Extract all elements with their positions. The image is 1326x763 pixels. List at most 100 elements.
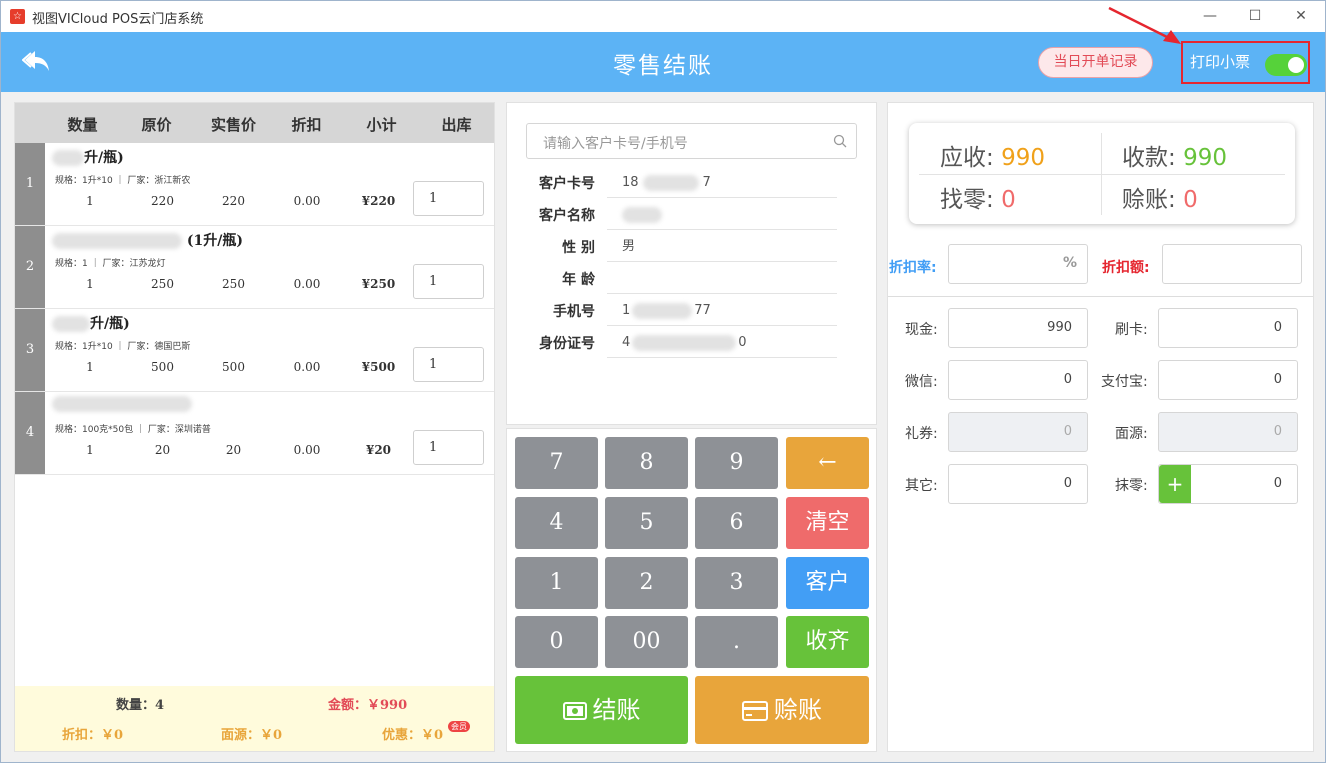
key-1[interactable]: 1: [515, 557, 598, 609]
alipay-input[interactable]: 0: [1158, 360, 1298, 400]
age-row: 年 龄: [507, 263, 878, 295]
summary-discount: 折扣：￥0: [62, 728, 124, 743]
key-8[interactable]: 8: [605, 437, 688, 489]
card-swipe-input[interactable]: 0: [1158, 308, 1298, 348]
key-5[interactable]: 5: [605, 497, 688, 549]
outbound-qty-input[interactable]: 1: [413, 430, 484, 465]
summary-youhui: 优惠：￥0: [382, 728, 444, 743]
row-index: 1: [15, 143, 45, 225]
received-value: 990: [1183, 145, 1227, 171]
row-qty: 1: [86, 277, 94, 291]
key-2[interactable]: 2: [605, 557, 688, 609]
customer-search-input[interactable]: 请输入客户卡号/手机号: [526, 123, 857, 159]
summary-count: 数量：4: [116, 698, 165, 713]
gender-label: 性 别: [562, 240, 595, 256]
phone-row: 手机号 1 77: [507, 295, 878, 327]
product-name: [52, 396, 192, 412]
key-4[interactable]: 4: [515, 497, 598, 549]
outbound-qty-input[interactable]: 1: [413, 264, 484, 299]
minimize-button[interactable]: —: [1195, 5, 1225, 27]
settle-all-key[interactable]: 收齐: [786, 616, 869, 668]
phone-start: 1: [622, 303, 631, 318]
app-window: ☆ 视图VICloud POS云门店系统 — ☐ ✕ 零售结账 当日开单记录 打…: [0, 0, 1326, 763]
red-arrow-annotation: [1108, 6, 1181, 44]
col-discount: 折扣: [291, 116, 322, 134]
row-sale-price: 250: [222, 277, 245, 291]
keypad-panel: 7 8 9 ← 4 5 6 清空 1 2 3 客户 0 00 . 收齐 结账 赊…: [506, 428, 877, 752]
key-dot[interactable]: .: [695, 616, 778, 668]
clear-key[interactable]: 清空: [786, 497, 869, 549]
card-no-start: 18: [622, 175, 639, 190]
product-name: 升/瓶): [52, 147, 124, 167]
credit: 赊账: 0: [1122, 180, 1198, 214]
credit-label: 赊账:: [1122, 187, 1176, 213]
outbound-qty-input[interactable]: 1: [413, 347, 484, 382]
window-title: 视图VICloud POS云门店系统: [32, 12, 204, 27]
cart-row[interactable]: 1 升/瓶) 规格：1升*10 ｜ 厂家：浙江新农 1 220 220 0.00…: [15, 143, 494, 226]
row-index: 4: [15, 392, 45, 474]
key-9[interactable]: 9: [695, 437, 778, 489]
outbound-qty-input[interactable]: 1: [413, 181, 484, 216]
card-divider-v: [1101, 133, 1102, 215]
cart-summary: 数量：4 金额：￥990 折扣：￥0 面源：￥0 优惠：￥0 会员: [15, 686, 494, 751]
round-off-input[interactable]: + 0: [1158, 464, 1298, 504]
customer-key[interactable]: 客户: [786, 557, 869, 609]
round-off-label: 抹零:: [1115, 478, 1148, 494]
product-name-text: (1升/瓶): [186, 233, 243, 249]
received-label: 收款:: [1122, 145, 1176, 171]
row-index: 2: [15, 226, 45, 308]
phone-label: 手机号: [553, 304, 595, 320]
print-receipt-toggle[interactable]: [1265, 54, 1307, 76]
checkout-button[interactable]: 结账: [515, 676, 688, 744]
product-spec: 规格：1升*10 ｜ 厂家：浙江新农: [55, 176, 191, 186]
key-3[interactable]: 3: [695, 557, 778, 609]
maximize-button[interactable]: ☐: [1240, 5, 1270, 27]
discount-amount-label: 折扣额:: [1102, 260, 1150, 276]
receivable-value: 990: [1001, 145, 1045, 171]
cart-row[interactable]: 4 规格：100克*50包 ｜ 厂家：深圳诺普 1 20 20 0.00 ¥20…: [15, 392, 494, 475]
row-orig-price: 20: [154, 443, 171, 457]
age-label: 年 龄: [562, 272, 595, 288]
gender-row: 性 别 男: [507, 231, 878, 263]
wechat-input[interactable]: 0: [948, 360, 1088, 400]
customer-name-label: 客户名称: [539, 208, 595, 224]
print-receipt-label: 打印小票: [1190, 53, 1251, 71]
id-card-start: 4: [622, 335, 631, 350]
cart-row[interactable]: 3 升/瓶) 规格：1升*10 ｜ 厂家：德国巴斯 1 500 500 0.00…: [15, 309, 494, 392]
today-records-button[interactable]: 当日开单记录: [1038, 47, 1153, 78]
key-7[interactable]: 7: [515, 437, 598, 489]
discount-amount-input[interactable]: [1162, 244, 1302, 284]
cash-input[interactable]: 990: [948, 308, 1088, 348]
row-discount: 0.00: [293, 443, 321, 457]
id-card-end: 0: [738, 335, 747, 350]
id-card-row: 身份证号 40: [507, 327, 878, 359]
customer-name-value: [607, 199, 837, 230]
row-discount: 0.00: [293, 194, 321, 208]
backspace-key[interactable]: ←: [786, 437, 869, 489]
card-icon: [742, 701, 768, 721]
row-subtotal: ¥500: [361, 360, 396, 374]
cart-row[interactable]: 2 (1升/瓶) 规格：1 ｜ 厂家：江苏龙灯 1 250 250 0.00 ¥…: [15, 226, 494, 309]
key-6[interactable]: 6: [695, 497, 778, 549]
summary-amount: 金额：￥990: [328, 698, 408, 713]
col-subtotal: 小计: [366, 116, 397, 134]
card-no-label: 客户卡号: [539, 176, 595, 192]
change-label: 找零:: [940, 187, 994, 213]
card-divider-h: [919, 174, 1285, 175]
col-sale-price: 实售价: [210, 116, 256, 134]
receivable: 应收: 990: [940, 138, 1045, 172]
search-icon[interactable]: [833, 134, 847, 148]
credit-button[interactable]: 赊账: [695, 676, 869, 744]
row-qty: 1: [86, 194, 94, 208]
key-00[interactable]: 00: [605, 616, 688, 668]
miandan-input: 0: [1158, 412, 1298, 452]
round-off-plus-button[interactable]: +: [1159, 465, 1191, 503]
discount-rate-input[interactable]: %: [948, 244, 1088, 284]
product-spec: 规格：1 ｜ 厂家：江苏龙灯: [55, 259, 166, 269]
other-input[interactable]: 0: [948, 464, 1088, 504]
key-0[interactable]: 0: [515, 616, 598, 668]
close-button[interactable]: ✕: [1286, 5, 1316, 27]
cash-label: 现金:: [905, 322, 938, 338]
row-orig-price: 500: [151, 360, 174, 374]
card-no-end: 7: [702, 175, 711, 190]
